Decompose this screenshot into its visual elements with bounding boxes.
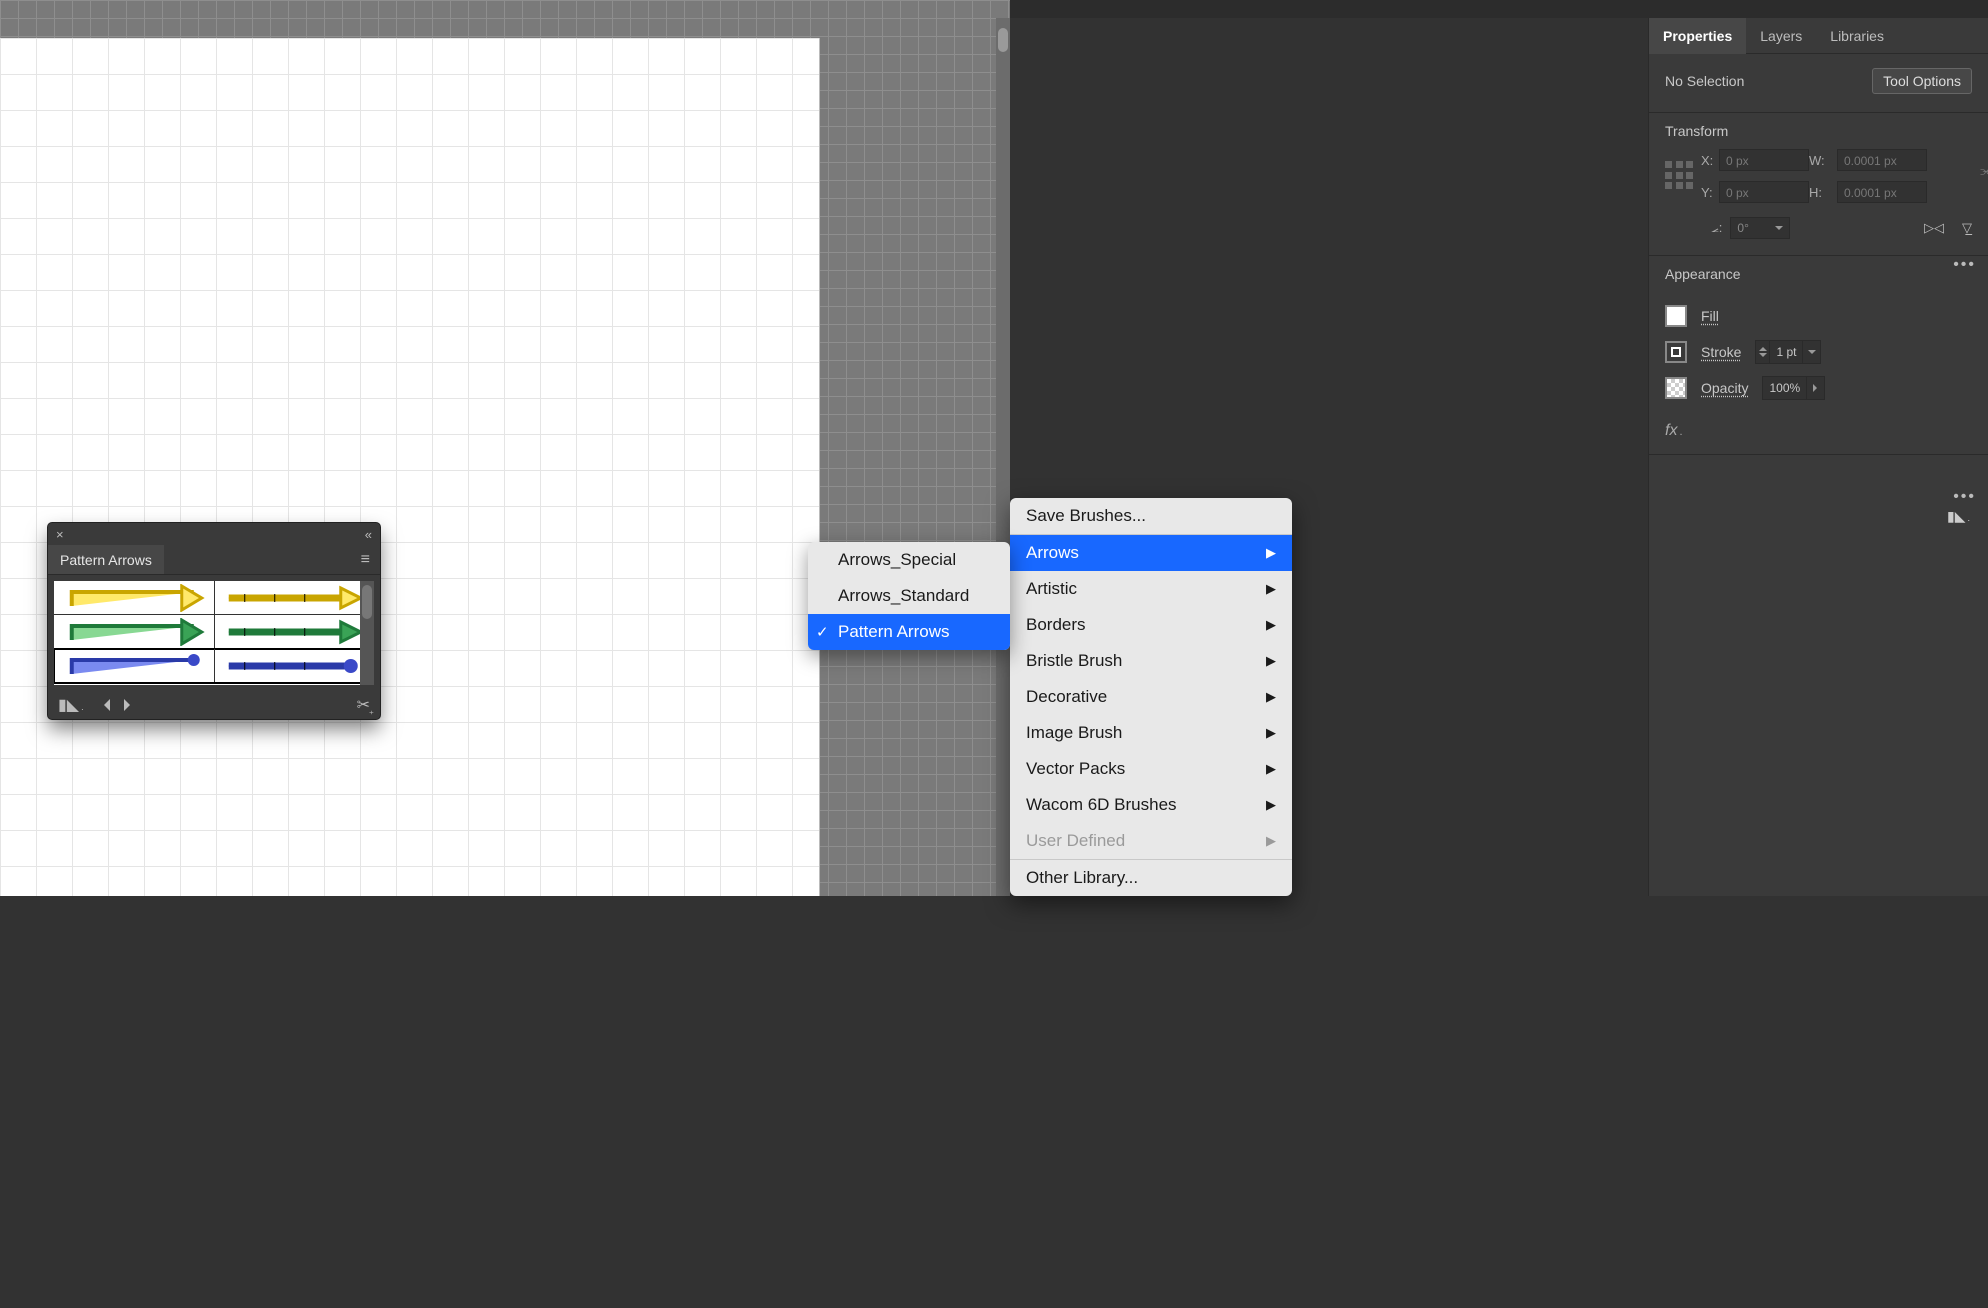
transform-more-icon[interactable]: ••• [1953, 256, 1976, 274]
stroke-weight-field[interactable]: 1 pt [1755, 340, 1821, 364]
opacity-label[interactable]: Opacity [1701, 380, 1748, 396]
opacity-swatch[interactable] [1665, 377, 1687, 399]
opacity-field[interactable]: 100% [1762, 376, 1825, 400]
arrows-submenu: Arrows_Special Arrows_Standard ✓Pattern … [808, 542, 1010, 650]
brush-row[interactable] [54, 581, 374, 615]
brush-library-menu: Save Brushes... Arrows▶ Artistic▶ Border… [1010, 498, 1292, 896]
transform-grid: X: 0 px W: 0.0001 px Y: 0 px H: 0.0001 p… [1649, 149, 1988, 213]
properties-panel: Properties Layers Libraries No Selection… [1648, 18, 1988, 896]
menu-other-library[interactable]: Other Library... [1010, 860, 1292, 896]
add-to-brushes-icon[interactable]: ✂₊ [357, 695, 370, 715]
angle-field[interactable]: 0° [1730, 217, 1790, 239]
menu-save-brushes[interactable]: Save Brushes... [1010, 498, 1292, 534]
menu-cat-arrows[interactable]: Arrows▶ [1010, 535, 1292, 571]
fx-button[interactable]: fx. [1649, 412, 1988, 450]
tab-properties[interactable]: Properties [1649, 18, 1746, 54]
menu-cat-wacom-6d[interactable]: Wacom 6D Brushes▶ [1010, 787, 1292, 823]
tab-layers[interactable]: Layers [1746, 18, 1816, 54]
submenu-arrows-standard[interactable]: Arrows_Standard [808, 578, 1010, 614]
menu-cat-artistic[interactable]: Artistic▶ [1010, 571, 1292, 607]
brush-list-scrollbar[interactable] [360, 581, 374, 685]
panel-collapse-icon[interactable]: « [365, 527, 372, 542]
menu-cat-borders[interactable]: Borders▶ [1010, 607, 1292, 643]
tab-libraries[interactable]: Libraries [1816, 18, 1898, 54]
fill-label[interactable]: Fill [1701, 308, 1719, 324]
flip-vertical-icon[interactable]: ▽̲ [1962, 220, 1972, 236]
panel-close-icon[interactable]: × [56, 527, 64, 542]
w-label: W: [1809, 153, 1837, 168]
tool-options-button[interactable]: Tool Options [1872, 68, 1972, 94]
brush-row-selected[interactable] [54, 649, 374, 683]
stroke-swatch[interactable] [1665, 341, 1687, 363]
canvas-area [0, 0, 1010, 896]
submenu-pattern-arrows[interactable]: ✓Pattern Arrows [808, 614, 1010, 650]
next-library-icon[interactable] [124, 699, 136, 711]
fill-swatch[interactable] [1665, 305, 1687, 327]
artboard[interactable] [0, 38, 820, 896]
panel-tabs: Properties Layers Libraries [1649, 18, 1988, 54]
h-field[interactable]: 0.0001 px [1837, 181, 1927, 203]
panel-menu-icon[interactable]: ≡ [351, 545, 380, 574]
y-field[interactable]: 0 px [1719, 181, 1809, 203]
brush-list [54, 581, 374, 685]
appearance-heading: Appearance [1649, 260, 1988, 292]
canvas-scrollbar[interactable] [996, 18, 1010, 896]
transform-heading: Transform [1649, 117, 1988, 149]
menu-cat-bristle-brush[interactable]: Bristle Brush▶ [1010, 643, 1292, 679]
stroke-label[interactable]: Stroke [1701, 344, 1741, 360]
y-label: Y: [1701, 185, 1719, 200]
reference-point-widget[interactable] [1665, 161, 1695, 191]
link-wh-icon[interactable]: ⫘ [1980, 163, 1988, 179]
panel-tab-pattern-arrows[interactable]: Pattern Arrows [48, 545, 164, 574]
prev-library-icon[interactable] [98, 699, 110, 711]
flip-horizontal-icon[interactable]: ▷◁ [1924, 220, 1944, 236]
submenu-arrows-special[interactable]: Arrows_Special [808, 542, 1010, 578]
menu-cat-decorative[interactable]: Decorative▶ [1010, 679, 1292, 715]
w-field[interactable]: 0.0001 px [1837, 149, 1927, 171]
h-label: H: [1809, 185, 1837, 200]
menu-cat-vector-packs[interactable]: Vector Packs▶ [1010, 751, 1292, 787]
angle-icon: ⦟: [1711, 220, 1722, 236]
x-label: X: [1701, 153, 1719, 168]
selection-status: No Selection [1665, 73, 1744, 89]
pattern-arrows-panel: × « Pattern Arrows ≡ ▮◣. [48, 523, 380, 719]
menu-cat-user-defined: User Defined▶ [1010, 823, 1292, 859]
appearance-more-icon[interactable]: ••• [1953, 488, 1976, 506]
brush-libraries-icon[interactable]: ▮◣. [1947, 508, 1970, 525]
x-field[interactable]: 0 px [1719, 149, 1809, 171]
brush-row[interactable] [54, 615, 374, 649]
brush-libraries-footer-icon[interactable]: ▮◣. [58, 695, 84, 715]
menu-cat-image-brush[interactable]: Image Brush▶ [1010, 715, 1292, 751]
